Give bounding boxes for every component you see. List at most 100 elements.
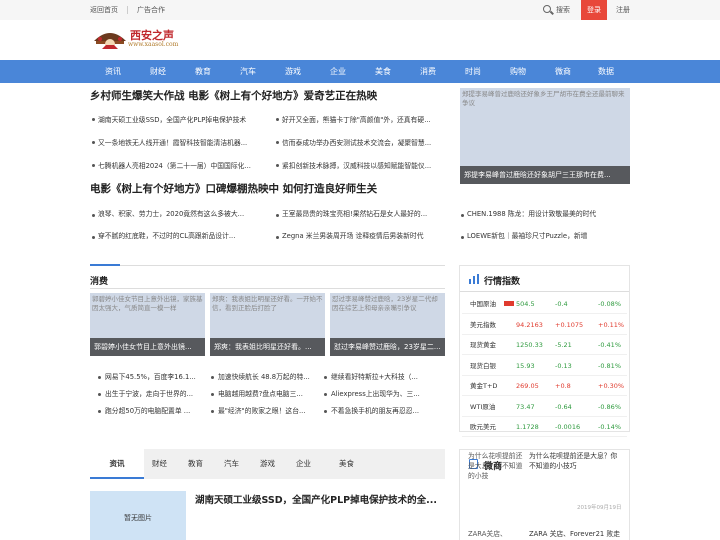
nav-item-finance[interactable]: 财经: [138, 60, 178, 83]
bullet: [461, 214, 464, 217]
consume-section-title: 消费: [90, 277, 109, 287]
nav-item-business[interactable]: 企业: [318, 60, 358, 83]
category-tabs: 资讯 财经 教育 汽车 游戏 企业 美食: [90, 449, 445, 479]
weishang-thumbnail-2[interactable]: ZARA关店、: [468, 528, 524, 538]
image-caption: 怼过李易峰赞过鹿晗，23岁星二...: [330, 338, 445, 356]
headline-secondary[interactable]: 电影《树上有个好地方》口碑爆棚热映中 如何打造良好师生关: [90, 181, 445, 196]
list-item[interactable]: 穿不腻的红底鞋，不过时的CL高跟新品设计...: [98, 230, 263, 240]
tab-games[interactable]: 游戏: [260, 449, 275, 479]
market-value: 269.05: [516, 382, 539, 390]
consume-card[interactable]: 郭碧婷小佳女节目上意外出镜，家族基因太强大，气质简直一模一样 郭碧婷小佳女节目上…: [90, 293, 205, 356]
list-item[interactable]: 又一条地铁无人线开通！霞智科技智能清洁机器...: [98, 137, 263, 147]
article-thumbnail[interactable]: 暂无图片: [90, 491, 186, 540]
market-row[interactable]: 黄金T+D 269.05 +0.8 +0.30%: [470, 376, 625, 396]
market-value: 94.2163: [516, 320, 543, 329]
weishang-item-title-2[interactable]: ZARA 关店、Forever21 败走: [529, 528, 624, 538]
register-link[interactable]: 注册: [616, 5, 630, 15]
list-item[interactable]: 出生于宁波，走向于世界的...: [105, 388, 205, 398]
tab-finance[interactable]: 财经: [152, 449, 167, 479]
list-item[interactable]: LOEWE新包｜最袖珍尺寸Puzzle，新增: [467, 230, 632, 240]
tab-food[interactable]: 美食: [339, 449, 354, 479]
market-row[interactable]: WTI原油 73.47 -0.64 -0.86%: [470, 397, 622, 417]
bullet: [461, 236, 464, 239]
list-item[interactable]: 王室最昂贵的珠宝亮相!果然钻石是女人最好的...: [282, 208, 447, 218]
login-button[interactable]: 登录: [581, 0, 607, 20]
image-caption: 郑提李易峰曾过鹿晗还好象胡尸三王那市在费...: [460, 166, 630, 184]
market-change: -5.21: [555, 341, 572, 349]
search-link[interactable]: 搜索: [556, 5, 570, 15]
list-item[interactable]: 最"经济"的败家之眼！这台...: [218, 405, 322, 415]
nav-item-consume[interactable]: 消费: [408, 60, 448, 83]
market-row[interactable]: 欧元美元 1.1728 -0.0016 -0.14%: [470, 417, 622, 437]
market-percent: +0.30%: [598, 382, 625, 390]
weishang-item-title[interactable]: 为什么花呗提前还是大息？你不知道的小技巧: [529, 451, 624, 471]
nav-item-education[interactable]: 教育: [183, 60, 223, 83]
list-item[interactable]: 好开又全面，熊猫卡丁除"高颜值"外，还真有硬...: [282, 114, 446, 124]
market-row[interactable]: 美元指数 94.2163 +0.1075 +0.11%: [470, 315, 625, 335]
market-percent: +0.11%: [598, 320, 625, 329]
list-item[interactable]: 电脑越用越费?盘点电脑三...: [218, 388, 322, 398]
list-item[interactable]: 信而泰成功举办西安测试技术交流会，凝聚智慧...: [282, 137, 446, 147]
featured-image[interactable]: 郑提李易峰曾过鹿晗还好象乡王尸胡市在费全还最前聊来争议 郑提李易峰曾过鹿晗还好象…: [460, 88, 630, 184]
consume-card[interactable]: 怼过李易峰赞过鹿晗，23岁星二代却因在综艺上和母亲亲嘴引争议 怼过李易峰赞过鹿晗…: [330, 293, 445, 356]
bullet: [211, 376, 214, 379]
consume-card[interactable]: 郑爽：我表姐比明星还好看。一开始不信，看到正脸后打脸了 郑爽：我表姐比明星还好看…: [210, 293, 325, 356]
weishang-thumbnail[interactable]: 为什么花呗提前还是大息？你不知道的小技: [468, 451, 524, 509]
list-item[interactable]: 跑分超50万的电脑配置单 ...: [105, 405, 205, 415]
list-item[interactable]: 紧扣创新技术脉搏，汉威科技以感知赋能智能仪...: [282, 160, 446, 170]
list-item[interactable]: 不着急换手机的朋友再忍忍...: [331, 405, 443, 415]
nav-item-weishang[interactable]: 微商: [543, 60, 583, 83]
market-row[interactable]: 现货黄金 1250.33 -5.21 -0.41%: [470, 335, 622, 355]
list-item[interactable]: Aliexpress上出现华为、三...: [331, 388, 443, 398]
market-change: -0.64: [555, 402, 572, 411]
nav-item-fashion[interactable]: 时尚: [453, 60, 493, 83]
market-change: +0.8: [555, 382, 571, 390]
list-item[interactable]: 七腾机器人亮相2024（第二十一届）中国国际化...: [98, 160, 263, 170]
nav-item-shopping[interactable]: 购物: [498, 60, 538, 83]
market-percent: -0.08%: [598, 300, 621, 308]
list-item[interactable]: 湖南天硕工业级SSD，全国产化PLP掉电保护技术: [98, 114, 263, 124]
tab-news[interactable]: 资讯: [90, 449, 144, 479]
home-link[interactable]: 返回首页: [90, 5, 118, 15]
market-percent: -0.14%: [598, 423, 621, 431]
market-row[interactable]: 中国原油 504.5 -0.4 -0.08%: [470, 294, 622, 314]
bullet: [324, 410, 327, 413]
market-name: 欧元美元: [470, 423, 496, 431]
bullet: [98, 376, 101, 379]
image-alt-text: 为什么花呗提前还是大息？你不知道的小技: [468, 452, 523, 480]
market-change: -0.4: [555, 300, 568, 308]
market-change: -0.13: [555, 361, 572, 370]
bullet: [92, 164, 95, 167]
list-item[interactable]: 继续看好特斯拉+大科技（...: [331, 371, 443, 381]
image-alt-text: 郑爽：我表姐比明星还好看。一开始不信，看到正脸后打脸了: [212, 295, 323, 312]
nav-item-data[interactable]: 数据: [586, 60, 626, 83]
list-item[interactable]: CHEN.1988 陈龙：用设计致敬最美的时代: [467, 208, 632, 218]
nav-item-news[interactable]: 资讯: [93, 60, 133, 83]
market-title: 行情指数: [484, 277, 521, 287]
divider: [127, 6, 128, 14]
nav-item-food[interactable]: 美食: [363, 60, 403, 83]
market-percent: -0.81%: [598, 361, 621, 370]
market-row[interactable]: 现货白银 15.93 -0.13 -0.81%: [470, 356, 622, 376]
list-item[interactable]: 网易下45.5%，百度李16.1...: [105, 371, 205, 381]
market-value: 1.1728: [516, 423, 539, 431]
article-title[interactable]: 湖南天硕工业级SSD，全国产化PLP掉电保护技术的全...: [195, 492, 445, 506]
site-logo[interactable]: 西安之声 www.xaasol.com: [92, 25, 202, 53]
tab-business[interactable]: 企业: [296, 449, 311, 479]
list-item[interactable]: 浪琴、积家、劳力士，2020竟然有这么多被大...: [98, 208, 263, 218]
list-item[interactable]: 加速快续航长 48.8万起的特...: [218, 371, 322, 381]
market-value: 504.5: [516, 300, 535, 308]
tab-education[interactable]: 教育: [188, 449, 203, 479]
nav-item-games[interactable]: 游戏: [273, 60, 313, 83]
bullet: [276, 141, 279, 144]
market-name: 现货白银: [470, 361, 496, 370]
logo-emblem-icon: [94, 33, 126, 49]
list-item[interactable]: Zegna 米兰男装周开场 诠释疫情后男装新时代: [282, 230, 458, 240]
tab-auto[interactable]: 汽车: [224, 449, 239, 479]
bullet: [276, 236, 279, 239]
section-accent: [90, 264, 120, 266]
ads-link[interactable]: 广告合作: [137, 5, 165, 15]
headline-primary[interactable]: 乡村师生爆笑大作战 电影《树上有个好地方》爱奇艺正在热映: [90, 88, 445, 103]
bullet: [324, 376, 327, 379]
nav-item-auto[interactable]: 汽车: [228, 60, 268, 83]
